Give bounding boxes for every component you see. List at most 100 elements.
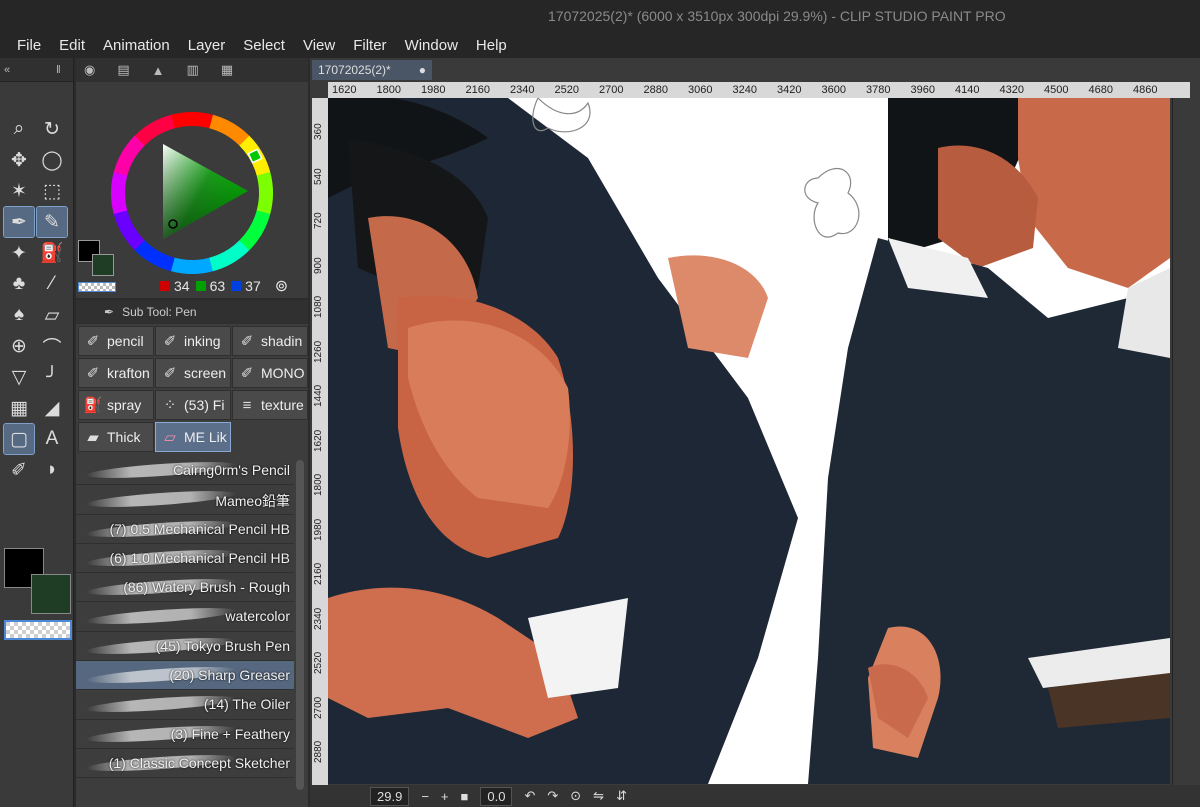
- flip-vertical-icon[interactable]: ⇵: [616, 788, 627, 804]
- zoom-field[interactable]: 29.9: [370, 786, 410, 806]
- ruler-tick-label: 3420: [777, 84, 802, 96]
- brush-item[interactable]: (86) Watery Brush - Rough: [76, 573, 294, 603]
- eyedropper-icon[interactable]: ⁄: [37, 269, 67, 299]
- brush-item[interactable]: (7) 0.5 Mechanical Pencil HB: [76, 514, 294, 544]
- decoration-icon[interactable]: ✦: [4, 238, 34, 268]
- flip-horizontal-icon[interactable]: ⇋: [593, 788, 604, 804]
- curve-icon[interactable]: ⌒: [37, 331, 67, 361]
- subtool-group-button[interactable]: ✐ inking: [155, 326, 231, 356]
- transparent-chip[interactable]: [78, 282, 116, 292]
- magic-wand-icon[interactable]: ✶: [4, 176, 34, 206]
- rectangle-tool-icon[interactable]: ▢: [3, 423, 35, 455]
- menu-layer[interactable]: Layer: [179, 37, 235, 54]
- collapse-icon[interactable]: «: [4, 64, 10, 76]
- subtool-group-button[interactable]: ✐ krafton: [78, 358, 154, 388]
- horizontal-ruler: 1620 1800 1980 2160 2340 2520 2700 2880 3060 3240…: [328, 82, 1190, 98]
- subtool-label: texture: [261, 397, 304, 413]
- intermediate-color-tab-icon[interactable]: ▲: [152, 63, 165, 78]
- document-tab[interactable]: 17072025(2)* ●: [312, 60, 432, 80]
- menu-animation[interactable]: Animation: [94, 37, 179, 54]
- ruler-tick-label: 720: [313, 212, 324, 229]
- ruler-tick-label: 1980: [313, 518, 324, 541]
- fill-icon[interactable]: ▽: [4, 362, 34, 392]
- canvas-artwork[interactable]: [328, 98, 1170, 784]
- menu-help[interactable]: Help: [467, 37, 516, 54]
- history-tab-icon[interactable]: ▦: [221, 62, 233, 78]
- brush-item[interactable]: (3) Fine + Feathery: [76, 719, 294, 749]
- reset-rotation-icon[interactable]: ⊙: [570, 788, 581, 804]
- brush-item[interactable]: (45) Tokyo Brush Pen: [76, 631, 294, 662]
- title-bar: 17072025(2)* (6000 x 3510px 300dpi 29.9%…: [0, 0, 1200, 32]
- transparent-color-swatch[interactable]: [4, 620, 72, 640]
- figure-icon[interactable]: ⊕: [4, 331, 34, 361]
- subtool-group-button[interactable]: ≡ texture: [232, 390, 308, 420]
- subtool-group-button[interactable]: ▰ Thick: [78, 422, 154, 452]
- similar-color-tab-icon[interactable]: ▥: [187, 62, 199, 78]
- gradient-icon[interactable]: ◢: [37, 393, 67, 423]
- zoom-in-icon[interactable]: +: [441, 789, 449, 804]
- brush-item[interactable]: watercolor: [76, 602, 294, 632]
- menu-file[interactable]: File: [8, 37, 50, 54]
- subtool-group-button[interactable]: ✐ pencil: [78, 326, 154, 356]
- brush-item[interactable]: (1) Classic Concept Sketcher: [76, 748, 294, 779]
- eraser-icon[interactable]: ▱: [37, 300, 67, 330]
- subtool-group-button[interactable]: ✐ MONO: [232, 358, 308, 388]
- subtool-label: ME Lik: [184, 429, 227, 445]
- sub-color-swatch[interactable]: [31, 574, 71, 614]
- color-wheel-tab-icon[interactable]: ◉: [84, 62, 95, 78]
- close-dot-icon[interactable]: ●: [419, 63, 426, 77]
- brush-item[interactable]: (20) Sharp Greaser: [76, 661, 294, 691]
- color-mode-icon[interactable]: ⊚: [275, 276, 288, 296]
- brush-name: (14) The Oiler: [203, 696, 290, 713]
- fit-icon[interactable]: ■: [461, 789, 469, 804]
- correct-line-icon[interactable]: ✐: [4, 455, 34, 485]
- menu-select[interactable]: Select: [234, 37, 294, 54]
- blend-icon[interactable]: ♣: [4, 269, 34, 299]
- brush-list-scrollbar[interactable]: [296, 460, 304, 790]
- lasso-icon[interactable]: ◯: [37, 145, 67, 175]
- ruler-tick-label: 900: [313, 256, 324, 274]
- pen-tool-icon[interactable]: ✒: [3, 206, 35, 238]
- rotate-right-icon[interactable]: ↷: [547, 788, 558, 804]
- ruler-tick-label: 3060: [688, 84, 713, 96]
- color-wheel-panel: ◉ ▤ ▲ ▥ ▦ 34 63 37 ⊚: [76, 58, 308, 298]
- zoom-tool-icon[interactable]: ⌕: [4, 114, 34, 144]
- blur-icon[interactable]: ◗: [37, 455, 67, 485]
- brush-icon[interactable]: ♠: [4, 300, 34, 330]
- zoom-out-icon[interactable]: −: [421, 789, 429, 804]
- menu-view[interactable]: View: [294, 37, 344, 54]
- color-set-tab-icon[interactable]: ▤: [117, 62, 129, 78]
- move-tool-icon[interactable]: ✥: [4, 145, 34, 175]
- menu-window[interactable]: Window: [396, 37, 467, 54]
- menu-bar: File Edit Animation Layer Select View Fi…: [0, 32, 1200, 58]
- tool-palette-header: « ‖: [0, 58, 73, 82]
- frame-icon[interactable]: ▦: [4, 393, 34, 423]
- subtool-group-button[interactable]: ✐ shadin: [232, 326, 308, 356]
- rotation-field[interactable]: 0.0: [480, 786, 513, 806]
- subtool-group-button[interactable]: ⁘ (53) Fi: [155, 390, 231, 420]
- ruler-tick-label: 3780: [866, 84, 891, 96]
- subtool-group-button[interactable]: ▱ ME Lik: [155, 422, 231, 452]
- menu-edit[interactable]: Edit: [50, 37, 94, 54]
- airbrush-icon[interactable]: ⛽: [37, 238, 67, 268]
- menu-filter[interactable]: Filter: [344, 37, 395, 54]
- ruler-tick-label: 1980: [421, 84, 446, 96]
- brush-item[interactable]: (6) 1.0 Mechanical Pencil HB: [76, 543, 294, 574]
- brush-name: (1) Classic Concept Sketcher: [108, 754, 290, 771]
- background-color-chip[interactable]: [92, 254, 114, 276]
- ruler-tick-label: 4140: [955, 84, 980, 96]
- brush-item[interactable]: (14) The Oiler: [76, 690, 294, 720]
- grip-icon[interactable]: ‖: [56, 64, 61, 76]
- ruler-tick-label: 360: [313, 123, 324, 140]
- rotate-view-icon[interactable]: ↻: [37, 114, 67, 144]
- text-tool-icon[interactable]: A: [37, 424, 67, 454]
- subtool-group-button[interactable]: ⛽ spray: [78, 390, 154, 420]
- pen-tab-icon[interactable]: ✒: [104, 305, 114, 319]
- line-icon[interactable]: ╯: [37, 362, 67, 392]
- rotate-left-icon[interactable]: ↶: [524, 788, 535, 804]
- brush-item[interactable]: Mameo鉛筆: [76, 485, 294, 515]
- pencil-tool-icon[interactable]: ✎: [36, 206, 68, 238]
- subtool-group-button[interactable]: ✐ screen: [155, 358, 231, 388]
- object-select-icon[interactable]: ⬚: [37, 176, 67, 206]
- brush-item[interactable]: Cairng0rm's Pencil: [76, 456, 294, 486]
